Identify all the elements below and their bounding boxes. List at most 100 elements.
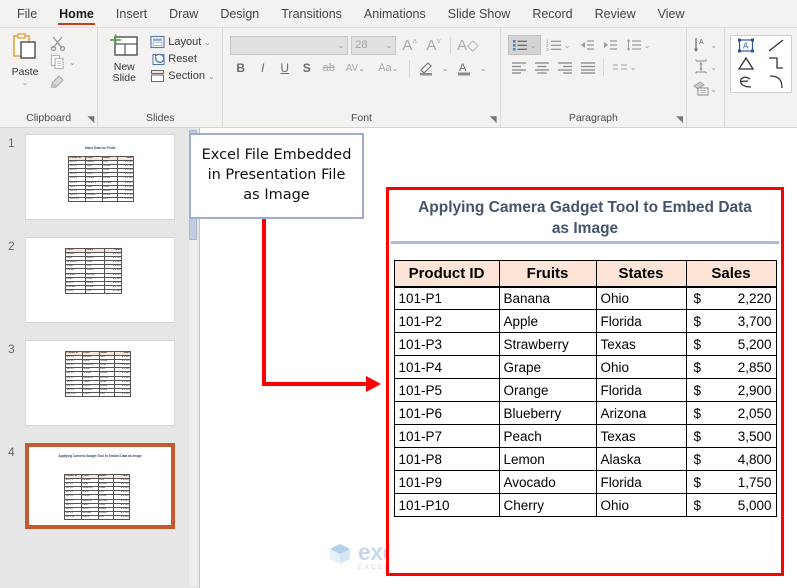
align-right-button[interactable] — [554, 57, 576, 77]
annotation-callout[interactable]: Excel File Embedded in Presentation File… — [189, 133, 364, 219]
tab-design[interactable]: Design — [209, 4, 270, 27]
paragraph-dialog-launcher-icon[interactable]: ◥ — [676, 114, 683, 125]
currency-symbol: $ — [693, 474, 702, 490]
reset-button[interactable]: Reset — [147, 51, 217, 67]
tab-draw[interactable]: Draw — [158, 4, 209, 27]
paragraph-row-2: ⌄ — [508, 57, 679, 77]
change-case-button[interactable]: Aa ⌄ — [371, 58, 405, 78]
cell-fruit: Avocado — [498, 470, 597, 495]
tab-animations[interactable]: Animations — [353, 4, 437, 27]
slide-thumbnail-4[interactable]: Applying Camera Gadget Tool to Embed Dat… — [25, 443, 175, 529]
section-chevron-down-icon[interactable]: ⌄ — [208, 72, 215, 81]
tab-slide-show[interactable]: Slide Show — [437, 4, 522, 27]
text-shadow-button[interactable]: S — [296, 58, 317, 78]
slide-thumbnail-3[interactable]: Product ID Fruits States Sales 101-P1 Banana… — [25, 340, 175, 426]
justify-button[interactable] — [577, 57, 599, 77]
decrease-font-size-button[interactable]: A˅ — [423, 35, 444, 55]
align-center-button[interactable] — [531, 57, 553, 77]
character-spacing-button[interactable]: AV ⌄ — [340, 58, 370, 78]
change-case-chevron-down-icon[interactable]: ⌄ — [392, 64, 399, 73]
text-highlight-button[interactable] — [414, 58, 438, 78]
tab-review[interactable]: Review — [584, 4, 647, 27]
convert-to-smartart-button[interactable]: ⌄ — [693, 79, 717, 99]
numbering-button[interactable]: 1 2 3 ⌄ — [542, 35, 575, 55]
copy-button[interactable]: ⌄ — [47, 53, 79, 71]
decrease-indent-button[interactable] — [576, 35, 598, 55]
slide-thumbnail-panel[interactable]: 1 Sales Data for Fruits Product ID Fruits… — [0, 128, 200, 588]
line-spacing-button[interactable]: ⌄ — [622, 35, 655, 55]
slide-thumbnail-2[interactable]: Fruits States Sales Banana Ohio $ 2,220 Appl… — [25, 237, 175, 323]
text-direction-chevron-down-icon[interactable]: ⌄ — [710, 41, 717, 50]
font-size-chevron-down-icon[interactable]: ⌄ — [386, 41, 393, 50]
triangle-shape-icon[interactable] — [731, 55, 761, 74]
shapes-gallery[interactable]: A — [730, 35, 792, 93]
clipboard-dialog-launcher-icon[interactable]: ◥ — [87, 114, 94, 125]
columns-chevron-down-icon[interactable]: ⌄ — [630, 63, 637, 72]
align-text-button[interactable]: ⌄ — [694, 57, 717, 77]
tab-transitions[interactable]: Transitions — [270, 4, 353, 27]
char-spacing-chevron-down-icon[interactable]: ⌄ — [358, 64, 365, 73]
layout-chevron-down-icon[interactable]: ⌄ — [204, 38, 211, 47]
font-name-input[interactable]: ⌄ — [230, 35, 349, 55]
italic-button[interactable]: I — [252, 58, 273, 78]
slide-number-3: 3 — [8, 342, 15, 356]
font-name-chevron-down-icon[interactable]: ⌄ — [338, 41, 345, 50]
arc-shape-icon[interactable] — [761, 73, 791, 92]
svg-text:A: A — [459, 62, 467, 74]
tab-home[interactable]: Home — [48, 4, 105, 27]
align-left-button[interactable] — [508, 57, 530, 77]
new-slide-button[interactable]: New Slide — [103, 31, 145, 86]
strikethrough-button[interactable]: ab — [318, 58, 339, 78]
cell-product-id: 101-P7 — [393, 424, 500, 449]
paste-icon — [10, 33, 40, 65]
bold-button[interactable]: B — [230, 58, 251, 78]
cell-product-id: 101-P9 — [393, 470, 500, 495]
new-slide-icon — [108, 33, 140, 60]
align-text-chevron-down-icon[interactable]: ⌄ — [710, 63, 717, 72]
text-direction-row: A ⌄ — [694, 35, 717, 55]
sales-value: 3,500 — [737, 428, 772, 444]
slide-thumbnail-1[interactable]: Sales Data for Fruits Product ID Fruits St… — [25, 134, 175, 220]
paste-chevron-down-icon[interactable]: ⌄ — [22, 78, 29, 87]
callout-line-3: as Image — [243, 186, 310, 203]
tab-record[interactable]: Record — [521, 4, 583, 27]
font-dialog-launcher-icon[interactable]: ◥ — [490, 114, 497, 125]
numbering-chevron-down-icon[interactable]: ⌄ — [564, 41, 571, 50]
line-shape-icon[interactable] — [761, 36, 791, 55]
cell-sales: $2,900 — [685, 378, 777, 403]
cell-fruit: Banana — [498, 286, 597, 311]
smartart-chevron-down-icon[interactable]: ⌄ — [710, 85, 717, 94]
font-color-chevron[interactable]: ⌄ — [477, 58, 489, 78]
bullets-button[interactable]: ⌄ — [507, 35, 541, 55]
increase-indent-button[interactable] — [599, 35, 621, 55]
tab-file[interactable]: File — [6, 4, 48, 27]
cut-button[interactable] — [47, 34, 79, 52]
tab-insert[interactable]: Insert — [105, 4, 158, 27]
format-painter-button[interactable] — [47, 72, 79, 90]
clear-formatting-button[interactable]: A◇ — [457, 35, 479, 55]
paste-button[interactable]: Paste ⌄ — [5, 31, 45, 89]
text-highlight-chevron[interactable]: ⌄ — [439, 58, 451, 78]
increase-font-size-button[interactable]: A˄ — [399, 35, 420, 55]
line-spacing-chevron-down-icon[interactable]: ⌄ — [644, 41, 651, 50]
cell-product-id: 101-P4 — [393, 355, 500, 380]
font-color-button[interactable]: A — [452, 58, 476, 78]
elbow-connector-shape-icon[interactable] — [761, 55, 791, 74]
layout-button[interactable]: Layout ⌄ — [147, 34, 217, 50]
section-button[interactable]: Section ⌄ — [147, 68, 217, 84]
embedded-excel-image[interactable]: Applying Camera Gadget Tool to Embed Dat… — [386, 187, 784, 576]
bullets-chevron-down-icon[interactable]: ⌄ — [530, 41, 537, 50]
callout-line-1: Excel File Embedded — [201, 147, 352, 164]
copy-chevron-down-icon[interactable]: ⌄ — [69, 58, 76, 67]
columns-button[interactable]: ⌄ — [608, 57, 641, 77]
tab-view[interactable]: View — [647, 4, 696, 27]
table-row: 101-P7 Peach Texas $3,500 — [393, 424, 777, 449]
text-highlight-icon — [418, 60, 435, 77]
text-direction-button[interactable]: A ⌄ — [694, 35, 717, 55]
underline-button[interactable]: U — [274, 58, 295, 78]
exceldemy-logo-icon — [327, 541, 353, 572]
text-box-shape-icon[interactable]: A — [731, 36, 761, 55]
scribble-shape-icon[interactable] — [731, 73, 761, 92]
font-size-input[interactable]: 28 ⌄ — [351, 35, 397, 55]
connector-vertical-segment — [262, 219, 266, 386]
